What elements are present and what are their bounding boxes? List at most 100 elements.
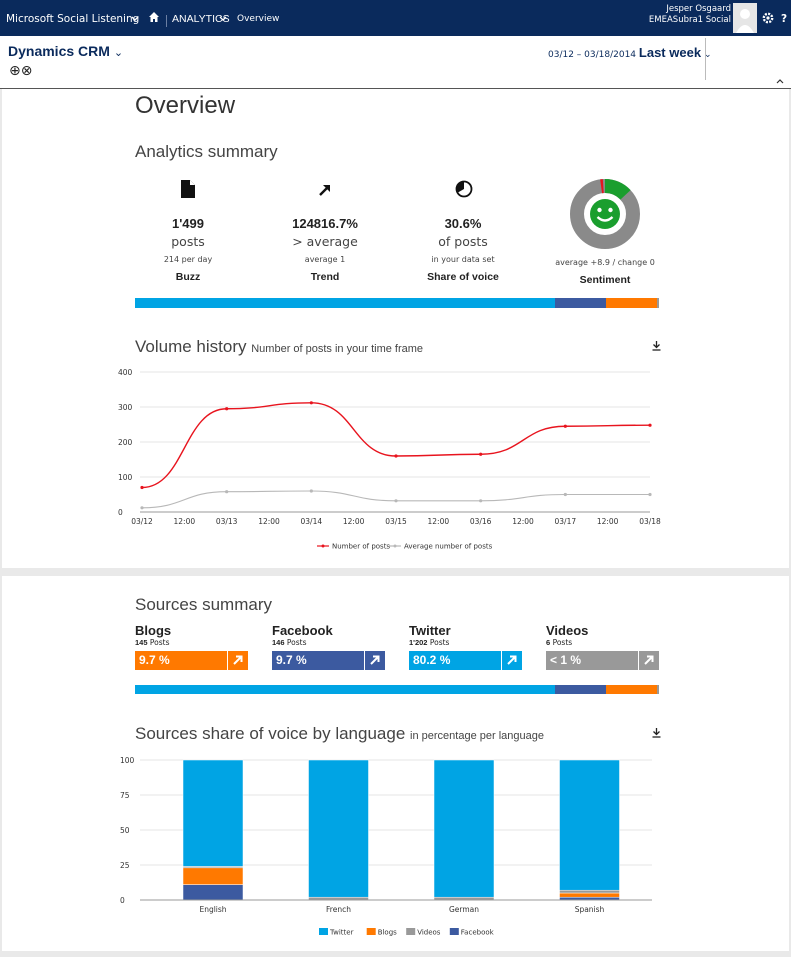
volume-history-chart: 0 100 200 300 400 03/12 12:00 03/13 12:00 03/14 12… <box>118 368 661 551</box>
stat-buzz: 1'499 posts 214 per day Buzz <box>123 216 253 283</box>
sentiment-donut <box>570 179 640 249</box>
y-tick-label: 0 <box>118 508 123 517</box>
source-name: Twitter <box>409 623 451 638</box>
data-point[interactable] <box>225 407 229 411</box>
stat-label: Sentiment <box>579 274 631 286</box>
data-point[interactable] <box>394 454 398 458</box>
y-tick-label: 75 <box>120 791 130 800</box>
user-info[interactable]: Jesper Osgaard EMEASubra1 Social <box>649 4 731 26</box>
source-twitter[interactable]: Twitter 1'202 Posts 80.2 % <box>409 623 522 670</box>
data-point[interactable] <box>648 492 652 497</box>
collapse-chevron-icon[interactable] <box>776 78 784 84</box>
source-count: 145 Posts <box>135 638 248 648</box>
chevron-down-icon[interactable] <box>131 16 139 22</box>
bar-segment-facebook[interactable] <box>182 884 244 901</box>
data-point[interactable] <box>225 490 229 494</box>
source-facebook[interactable]: Facebook 146 Posts 9.7 % <box>272 624 385 670</box>
y-tick-label: 200 <box>118 438 133 447</box>
y-tick-label: 400 <box>118 368 133 377</box>
trend-arrow-icon[interactable] <box>639 651 659 670</box>
data-point[interactable] <box>563 492 567 497</box>
sources-summary-heading: Sources summary <box>135 595 272 614</box>
share-segment-blogs <box>606 685 657 694</box>
data-point[interactable] <box>479 499 483 503</box>
stat-sub: average 1 <box>304 255 346 264</box>
app-title[interactable]: Microsoft Social Listening <box>6 13 139 25</box>
document-icon <box>181 180 195 198</box>
share-pie-icon <box>455 180 473 198</box>
legend-label: Twitter <box>329 929 354 937</box>
divider <box>705 38 706 80</box>
language-share-chart: 0 25 50 75 100 English French German Spanish Twit… <box>120 756 652 937</box>
help-icon[interactable]: ? <box>781 13 787 25</box>
x-tick-label: Spanish <box>575 905 605 914</box>
data-point[interactable] <box>140 506 144 510</box>
data-point[interactable] <box>309 489 313 493</box>
source-videos[interactable]: Videos 6 Posts < 1 % <box>546 624 659 670</box>
bar-segment-twitter[interactable] <box>559 759 620 891</box>
source-count: 146 Posts <box>272 638 385 648</box>
data-point[interactable] <box>394 499 398 503</box>
count-label: Posts <box>149 638 170 647</box>
date-range-selector[interactable]: 03/12 – 03/18/2014 Last week ⌄ <box>548 45 711 60</box>
legend-swatch <box>366 928 376 935</box>
entity-title[interactable]: Dynamics CRM ⌄ <box>8 43 123 59</box>
source-name: Blogs <box>135 623 172 638</box>
stat-sentiment: average +8.9 / change 0 Sentiment <box>540 248 670 286</box>
avatar[interactable] <box>733 3 757 33</box>
share-segment-videos <box>656 298 659 308</box>
chevron-down-icon[interactable] <box>219 16 227 22</box>
x-tick-label: 03/14 <box>301 517 323 526</box>
context-bar: Dynamics CRM ⌄ ⊕⊗ 03/12 – 03/18/2014 Las… <box>0 36 791 89</box>
user-name: Jesper Osgaard <box>666 4 731 14</box>
volume-history-heading: Volume history Number of posts in your t… <box>135 337 423 357</box>
download-icon[interactable] <box>652 341 661 351</box>
stat-sub: in your data set <box>431 255 495 264</box>
share-segment-blogs <box>606 298 657 308</box>
add-circle-icon[interactable]: ⊕ <box>9 63 21 79</box>
x-tick-label: French <box>326 905 351 914</box>
legend-label: Videos <box>417 929 441 937</box>
bar-segment-twitter[interactable] <box>433 759 495 898</box>
source-share-bar <box>135 685 659 694</box>
data-point[interactable] <box>479 452 483 456</box>
stat-label: Buzz <box>175 271 201 283</box>
bar-segment-videos[interactable] <box>559 889 620 894</box>
bar-segment-twitter[interactable] <box>308 759 369 898</box>
bar-segment-twitter[interactable] <box>182 759 244 867</box>
legend-label: Blogs <box>378 929 397 937</box>
trend-arrow-icon[interactable] <box>228 651 248 670</box>
x-tick-label: 03/13 <box>216 517 238 526</box>
legend-marker <box>321 544 325 548</box>
x-tick-label: 03/17 <box>555 517 577 526</box>
data-point[interactable] <box>648 423 652 427</box>
x-tick-label: 12:00 <box>343 517 365 526</box>
home-icon[interactable] <box>148 11 160 23</box>
legend-label: Average number of posts <box>404 543 493 551</box>
share-segment-twitter <box>135 685 556 694</box>
remove-circle-icon[interactable]: ⊗ <box>21 63 33 79</box>
nav-page[interactable]: Overview <box>237 14 279 24</box>
trend-arrow-icon[interactable] <box>502 651 522 670</box>
bar-segment-blogs[interactable] <box>559 892 620 898</box>
share-segment-twitter <box>135 298 556 308</box>
stat-unit: > average <box>292 234 358 249</box>
source-blogs[interactable]: Blogs 145 Posts 9.7 % <box>135 623 248 670</box>
trend-arrow-icon[interactable] <box>365 651 385 670</box>
stat-label: Trend <box>310 271 340 283</box>
x-tick-label: 03/15 <box>385 517 407 526</box>
gear-icon[interactable] <box>762 12 774 24</box>
legend-label: Number of posts <box>332 543 390 551</box>
data-point[interactable] <box>563 424 567 428</box>
count-label: Posts <box>552 638 573 647</box>
download-icon[interactable] <box>652 728 661 738</box>
source-share: 9.7 % <box>135 651 227 670</box>
source-count: 6 Posts <box>546 638 659 648</box>
data-point[interactable] <box>140 485 144 490</box>
x-tick-label: German <box>449 905 479 914</box>
volume-history-title: Volume history <box>135 337 247 356</box>
data-point[interactable] <box>309 401 313 405</box>
smiley-icon <box>590 199 620 229</box>
bar-segment-blogs[interactable] <box>182 867 244 885</box>
count-value: 146 <box>272 638 285 647</box>
